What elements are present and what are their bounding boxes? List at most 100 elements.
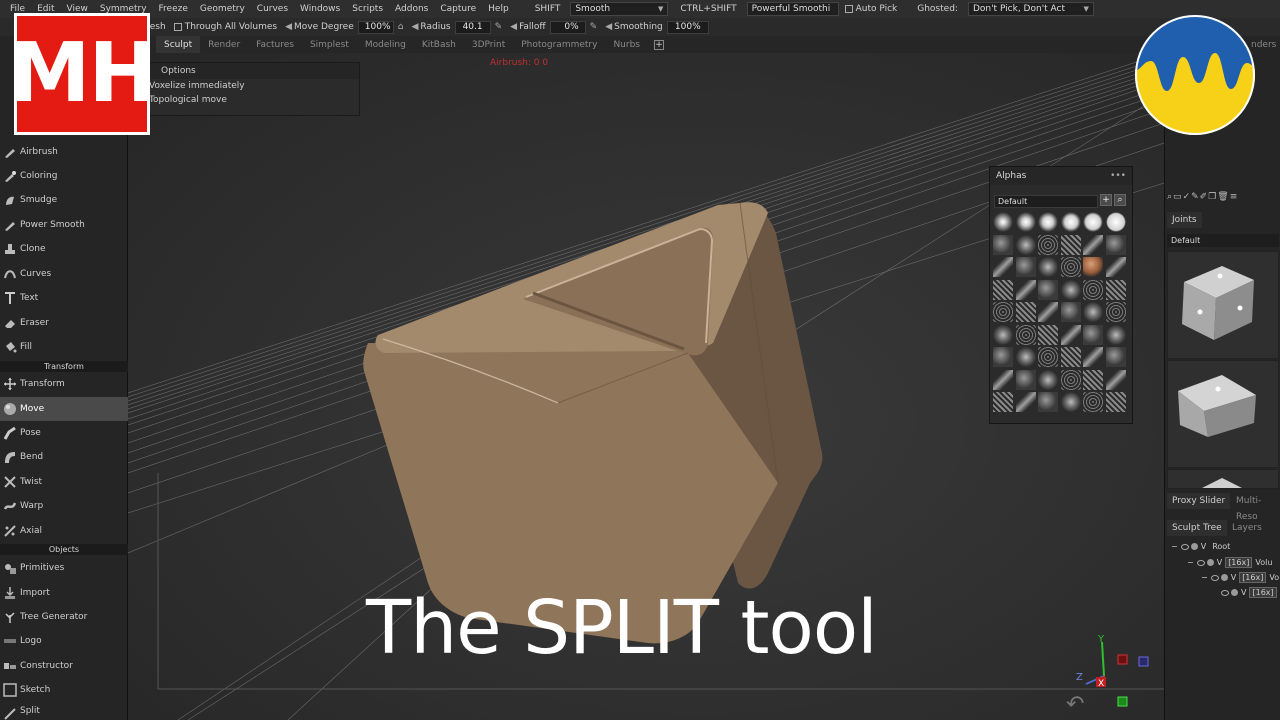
- tool-clone[interactable]: Clone: [0, 237, 128, 261]
- alpha-thumbnail[interactable]: [1105, 234, 1126, 255]
- alpha-thumbnail[interactable]: [1038, 324, 1058, 345]
- tool-power-smooth[interactable]: Power Smooth: [0, 213, 128, 237]
- topological-move-option[interactable]: Topological move: [141, 93, 359, 107]
- menu-help[interactable]: Help: [482, 4, 515, 14]
- tool-primitives[interactable]: Primitives: [0, 556, 128, 580]
- tool-curves[interactable]: Curves: [0, 262, 128, 286]
- alpha-thumbnail[interactable]: [1015, 392, 1036, 412]
- alpha-thumbnail[interactable]: [1038, 279, 1058, 300]
- alpha-thumbnail[interactable]: [1015, 212, 1036, 232]
- tab-multi-resolution[interactable]: Multi-Reso: [1231, 493, 1280, 522]
- alpha-thumbnail[interactable]: [1083, 324, 1103, 345]
- joint-thumbnail[interactable]: [1167, 251, 1279, 359]
- alpha-thumbnail[interactable]: [1015, 347, 1036, 367]
- through-all-volumes-toggle[interactable]: Through All Volumes: [170, 22, 281, 32]
- tool-warp[interactable]: Warp: [0, 494, 128, 518]
- tab-sculpt[interactable]: Sculpt: [156, 36, 201, 53]
- tool-sketch[interactable]: Sketch: [0, 678, 128, 702]
- alpha-thumbnail[interactable]: [1015, 279, 1036, 300]
- eye-icon[interactable]: [1210, 574, 1219, 581]
- alpha-thumbnail[interactable]: [993, 234, 1013, 255]
- alpha-thumbnail[interactable]: [1105, 257, 1126, 277]
- alpha-thumbnail[interactable]: [993, 392, 1013, 412]
- tool-split[interactable]: Split: [0, 702, 128, 720]
- alpha-thumbnail[interactable]: [1083, 212, 1103, 232]
- menu-scripts[interactable]: Scripts: [346, 4, 389, 14]
- alpha-thumbnail[interactable]: [1060, 392, 1081, 412]
- tab-sculpt-tree[interactable]: Sculpt Tree: [1167, 520, 1227, 536]
- alpha-thumbnail[interactable]: [1083, 279, 1103, 300]
- alpha-thumbnail[interactable]: [1105, 279, 1126, 300]
- alpha-thumbnail[interactable]: [1105, 347, 1126, 367]
- alpha-thumbnail[interactable]: [1038, 302, 1058, 322]
- tree-item-volume[interactable]: − V [16x] Vo: [1201, 572, 1279, 583]
- pen-icon[interactable]: ✐: [1200, 192, 1209, 202]
- tab-proxy-slider[interactable]: Proxy Slider: [1167, 493, 1231, 509]
- joints-preset-select[interactable]: Default: [1167, 234, 1279, 247]
- z-axis-neg-handle[interactable]: [1138, 656, 1149, 667]
- tab-layers[interactable]: Layers: [1227, 520, 1267, 536]
- alpha-thumbnail[interactable]: [1105, 212, 1126, 232]
- tool-text[interactable]: Text: [0, 286, 128, 310]
- shift-action-select[interactable]: Smooth ▼: [570, 2, 669, 16]
- menu-curves[interactable]: Curves: [251, 4, 294, 14]
- add-alpha-icon[interactable]: +: [1100, 194, 1112, 206]
- alpha-thumbnail[interactable]: [1060, 324, 1081, 345]
- alpha-thumbnail[interactable]: [1015, 369, 1036, 390]
- alpha-thumbnail[interactable]: [1060, 302, 1081, 322]
- tab-simplest[interactable]: Simplest: [302, 36, 357, 53]
- delete-icon[interactable]: 🗑: [1217, 192, 1229, 202]
- pen-icon[interactable]: ✎: [491, 22, 507, 32]
- y-axis-neg-handle[interactable]: [1117, 696, 1128, 707]
- add-tab-icon[interactable]: +: [654, 39, 664, 50]
- collapse-icon[interactable]: −: [1187, 558, 1194, 567]
- alpha-thumbnail[interactable]: [1015, 324, 1036, 345]
- ghosted-select[interactable]: Don't Pick, Don't Act ▼: [967, 2, 1094, 16]
- tab-render[interactable]: Render: [200, 36, 248, 53]
- alpha-thumbnail[interactable]: [1060, 234, 1081, 255]
- tool-logo[interactable]: Logo: [0, 629, 128, 653]
- x-axis-neg-handle[interactable]: [1117, 654, 1128, 665]
- tool-eraser[interactable]: Eraser: [0, 311, 128, 335]
- edit-icon[interactable]: ✎: [1191, 192, 1200, 202]
- menu-geometry[interactable]: Geometry: [194, 4, 251, 14]
- alpha-thumbnail[interactable]: [1105, 369, 1126, 390]
- undo-icon[interactable]: ↶: [1066, 692, 1084, 717]
- alpha-thumbnail[interactable]: [1083, 234, 1103, 255]
- tree-item-root[interactable]: − V Root: [1171, 542, 1230, 551]
- eye-icon[interactable]: [1221, 589, 1229, 596]
- list-icon[interactable]: ≡: [1230, 192, 1239, 202]
- alpha-thumbnail[interactable]: [1038, 234, 1058, 255]
- alpha-thumbnail[interactable]: [1083, 392, 1103, 412]
- alpha-thumbnail[interactable]: [1015, 302, 1036, 322]
- tool-tree-generator[interactable]: Tree Generator: [0, 605, 128, 629]
- ghost-icon[interactable]: [1190, 543, 1198, 550]
- tool-twist[interactable]: Twist: [0, 470, 128, 494]
- smoothing-input[interactable]: 100%: [666, 20, 709, 34]
- collapse-icon[interactable]: −: [1201, 573, 1208, 582]
- tool-fill[interactable]: Fill: [0, 335, 128, 359]
- pen-icon[interactable]: ✎: [586, 22, 602, 32]
- alphas-preset-select[interactable]: Default: [994, 195, 1098, 208]
- alpha-thumbnail[interactable]: [1083, 302, 1103, 322]
- tool-airbrush[interactable]: Airbrush: [0, 140, 128, 164]
- radius-input[interactable]: 40.1: [454, 20, 491, 34]
- falloff-input[interactable]: 0%: [549, 20, 586, 34]
- tool-coloring[interactable]: Coloring: [0, 164, 128, 188]
- ghost-icon[interactable]: [1206, 559, 1214, 566]
- menu-freeze[interactable]: Freeze: [153, 4, 194, 14]
- eye-icon[interactable]: [1196, 559, 1205, 566]
- ghost-icon[interactable]: [1231, 589, 1238, 596]
- auto-pick-toggle[interactable]: Auto Pick: [839, 4, 904, 14]
- alpha-thumbnail[interactable]: [993, 212, 1013, 232]
- alpha-thumbnail[interactable]: [1060, 212, 1081, 232]
- alpha-thumbnail[interactable]: [1060, 347, 1081, 367]
- alpha-thumbnail[interactable]: [1083, 347, 1103, 367]
- alpha-thumbnail[interactable]: [1060, 257, 1081, 277]
- alpha-thumbnail[interactable]: [993, 324, 1013, 345]
- alpha-thumbnail[interactable]: [1060, 369, 1081, 390]
- tab-photogrammetry[interactable]: Photogrammetry: [513, 36, 605, 53]
- ctrl-shift-action-select[interactable]: Powerful Smoothi: [746, 2, 839, 16]
- tool-pose[interactable]: Pose: [0, 421, 128, 445]
- tab-factures[interactable]: Factures: [248, 36, 302, 53]
